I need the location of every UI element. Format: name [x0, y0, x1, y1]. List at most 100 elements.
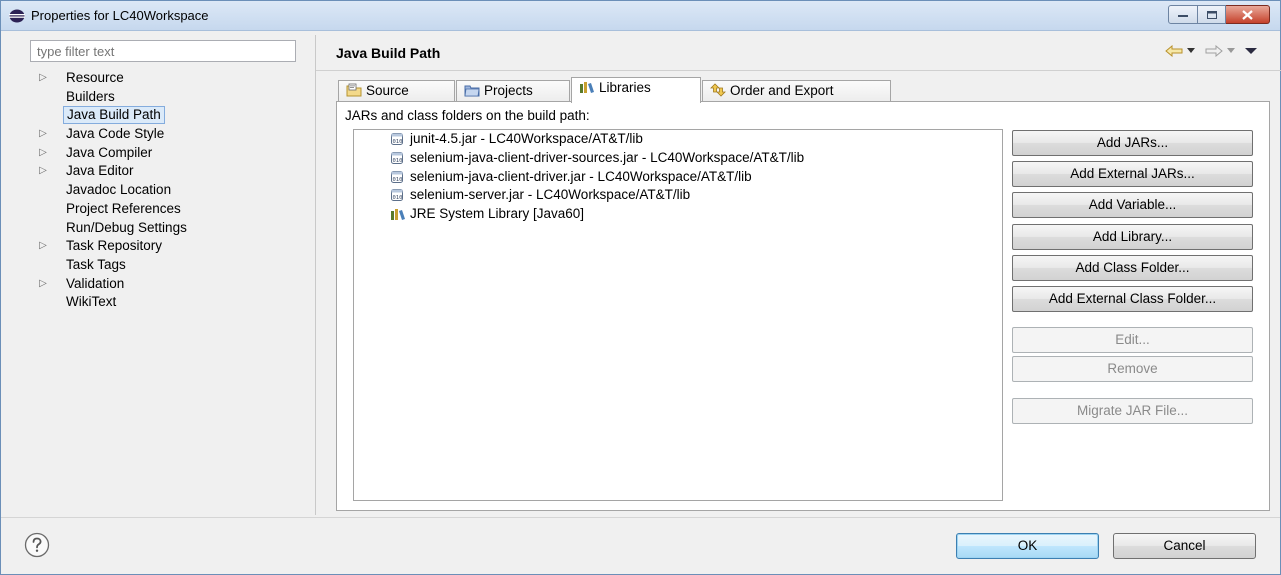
- back-dropdown-icon[interactable]: [1187, 48, 1195, 54]
- add-class-folder-button[interactable]: Add Class Folder...: [1012, 255, 1253, 281]
- list-item[interactable]: 010 selenium-server.jar - LC40Workspace/…: [354, 186, 1002, 205]
- window-title: Properties for LC40Workspace: [31, 8, 209, 23]
- list-item[interactable]: 010 selenium-java-client-driver.jar - LC…: [354, 168, 1002, 187]
- list-item-label: selenium-java-client-driver.jar - LC40Wo…: [410, 168, 752, 184]
- jar-icon: 010: [390, 170, 406, 184]
- panel-divider[interactable]: [315, 35, 316, 515]
- list-item[interactable]: JRE System Library [Java60]: [354, 205, 1002, 224]
- tree-item-label: Resource: [66, 70, 124, 85]
- migrate-jar-file-button[interactable]: Migrate JAR File...: [1012, 398, 1253, 424]
- tree-item-validation[interactable]: ▷ Validation: [36, 275, 301, 294]
- tab-label: Order and Export: [730, 83, 834, 98]
- add-external-class-folder-button[interactable]: Add External Class Folder...: [1012, 286, 1253, 312]
- tree-item-label: Java Code Style: [66, 126, 165, 142]
- library-icon: [390, 207, 406, 221]
- jar-icon: 010: [390, 151, 406, 165]
- tree-item-project-references[interactable]: Project References: [36, 200, 301, 219]
- tab-source[interactable]: Source: [338, 80, 455, 102]
- window-controls: [1168, 5, 1270, 25]
- tree-item-label: Task Tags: [66, 256, 126, 272]
- tree-item-builders[interactable]: Builders: [36, 88, 301, 107]
- minimize-icon: [1178, 14, 1188, 17]
- edit-button[interactable]: Edit...: [1012, 327, 1253, 353]
- tree-item-label: Run/Debug Settings: [66, 219, 187, 235]
- ok-button[interactable]: OK: [956, 533, 1099, 559]
- remove-button[interactable]: Remove: [1012, 356, 1253, 382]
- list-item[interactable]: 010 junit-4.5.jar - LC40Workspace/AT&T/l…: [354, 130, 1002, 149]
- tree-item-label: Java Editor: [66, 163, 134, 179]
- tree-item-resource[interactable]: ▷ Resource: [36, 69, 301, 88]
- expand-arrow-icon[interactable]: ▷: [36, 69, 50, 87]
- source-folder-icon: [346, 83, 362, 97]
- order-export-icon: [710, 83, 726, 97]
- list-item-label: selenium-java-client-driver-sources.jar …: [410, 149, 805, 165]
- maximize-button[interactable]: [1198, 5, 1226, 24]
- tree-item-java-editor[interactable]: ▷ Java Editor: [36, 162, 301, 181]
- tree-item-java-build-path[interactable]: Java Build Path: [36, 106, 301, 125]
- tree-item-javadoc-location[interactable]: Javadoc Location: [36, 181, 301, 200]
- preference-tree: ▷ Resource Builders Java Build Path ▷ Ja…: [36, 69, 301, 312]
- view-menu-icon[interactable]: [1245, 47, 1257, 55]
- add-variable-button[interactable]: Add Variable...: [1012, 192, 1253, 218]
- history-nav: [1165, 45, 1257, 57]
- filter-input[interactable]: [30, 40, 296, 62]
- properties-dialog: Properties for LC40Workspace ▷ Resource …: [0, 0, 1281, 575]
- tree-item-java-code-style[interactable]: ▷ Java Code Style: [36, 125, 301, 144]
- help-icon[interactable]: [24, 532, 50, 558]
- tab-libraries[interactable]: Libraries: [571, 77, 701, 103]
- list-item[interactable]: 010 selenium-java-client-driver-sources.…: [354, 149, 1002, 168]
- build-path-entry-list[interactable]: 010 junit-4.5.jar - LC40Workspace/AT&T/l…: [353, 129, 1003, 501]
- footer-divider: [1, 517, 1280, 518]
- list-item-label: JRE System Library [Java60]: [410, 206, 585, 222]
- add-external-jars-button[interactable]: Add External JARs...: [1012, 161, 1253, 187]
- tree-item-label: Java Compiler: [66, 144, 153, 160]
- build-path-heading: JARs and class folders on the build path…: [345, 108, 590, 123]
- tree-item-task-tags[interactable]: Task Tags: [36, 256, 301, 275]
- svg-text:010: 010: [393, 158, 403, 164]
- tree-item-label: WikiText: [66, 294, 117, 310]
- tree-item-label: Project References: [66, 200, 181, 216]
- eclipse-logo-icon: [9, 9, 25, 23]
- tab-label: Projects: [484, 83, 533, 98]
- forward-arrow-icon: [1205, 45, 1223, 57]
- tree-item-run-debug-settings[interactable]: Run/Debug Settings: [36, 219, 301, 238]
- cancel-button[interactable]: Cancel: [1113, 533, 1256, 559]
- tab-order-and-export[interactable]: Order and Export: [702, 80, 891, 102]
- tree-item-wikitext[interactable]: WikiText: [36, 293, 301, 312]
- tree-item-label: Java Build Path: [63, 106, 165, 125]
- close-icon: [1242, 9, 1253, 20]
- tree-item-label: Validation: [66, 275, 125, 291]
- svg-text:010: 010: [393, 177, 403, 183]
- list-item-label: selenium-server.jar - LC40Workspace/AT&T…: [410, 187, 691, 203]
- svg-text:010: 010: [393, 195, 403, 201]
- tab-label: Libraries: [599, 80, 651, 95]
- preference-tree-panel: ▷ Resource Builders Java Build Path ▷ Ja…: [30, 35, 303, 511]
- close-button[interactable]: [1226, 5, 1270, 24]
- jar-icon: 010: [390, 132, 406, 146]
- expand-arrow-icon[interactable]: ▷: [36, 237, 50, 255]
- expand-arrow-icon[interactable]: ▷: [36, 275, 50, 293]
- maximize-icon: [1206, 10, 1217, 19]
- tree-item-task-repository[interactable]: ▷ Task Repository: [36, 237, 301, 256]
- add-library-button[interactable]: Add Library...: [1012, 224, 1253, 250]
- jar-icon: 010: [390, 188, 406, 202]
- tab-label: Source: [366, 83, 409, 98]
- minimize-button[interactable]: [1168, 5, 1198, 24]
- svg-text:010: 010: [393, 139, 403, 145]
- add-jars-button[interactable]: Add JARs...: [1012, 130, 1253, 156]
- tree-item-label: Task Repository: [66, 238, 163, 254]
- list-item-label: junit-4.5.jar - LC40Workspace/AT&T/lib: [410, 131, 643, 146]
- expand-arrow-icon[interactable]: ▷: [36, 144, 50, 162]
- forward-dropdown-icon: [1227, 48, 1235, 54]
- tree-item-label: Javadoc Location: [66, 182, 172, 198]
- back-arrow-icon[interactable]: [1165, 45, 1183, 57]
- tab-projects[interactable]: Projects: [456, 80, 570, 102]
- tree-item-label: Builders: [66, 88, 115, 104]
- tree-item-java-compiler[interactable]: ▷ Java Compiler: [36, 144, 301, 163]
- title-bar[interactable]: Properties for LC40Workspace: [1, 1, 1280, 31]
- libraries-icon: [579, 80, 595, 94]
- expand-arrow-icon[interactable]: ▷: [36, 125, 50, 143]
- expand-arrow-icon[interactable]: ▷: [36, 162, 50, 180]
- page-title: Java Build Path: [336, 45, 441, 61]
- page-header: Java Build Path: [316, 35, 1281, 71]
